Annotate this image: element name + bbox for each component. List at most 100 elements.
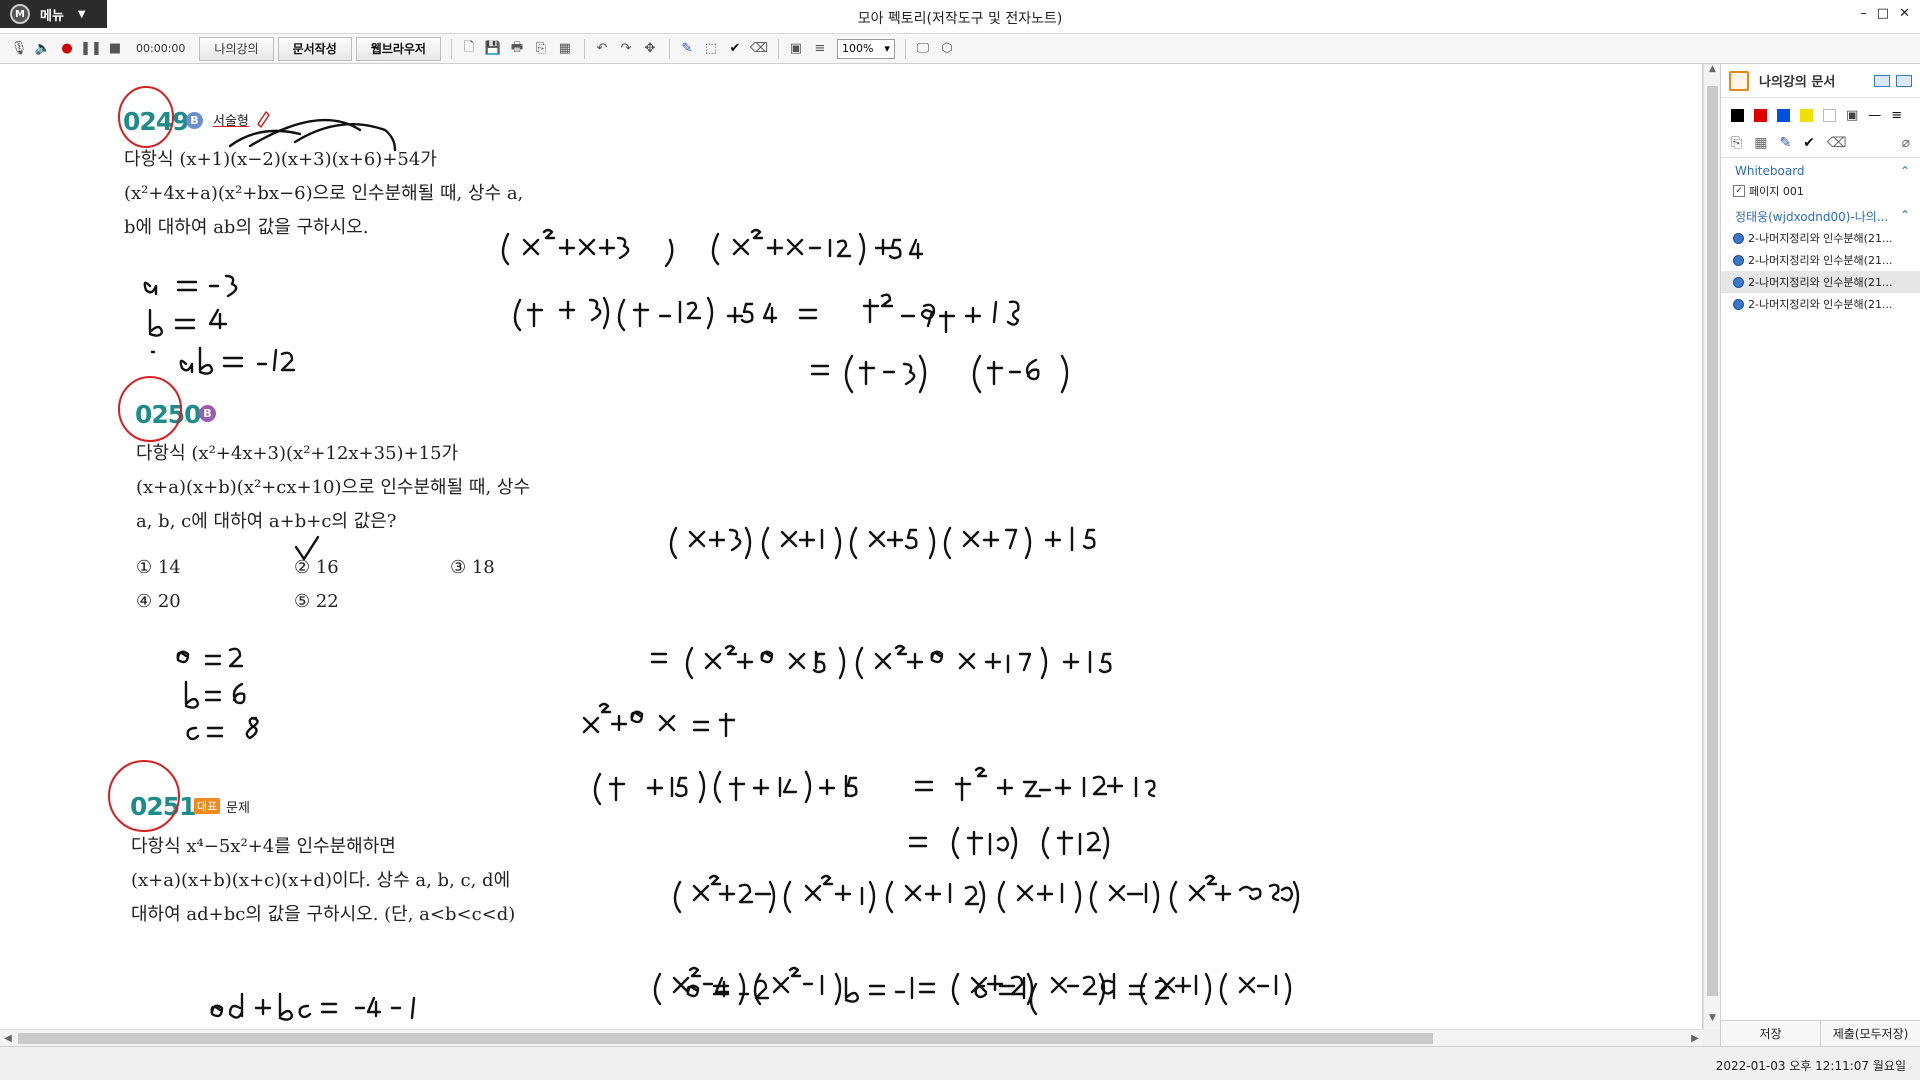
minimize-button[interactable]: –	[1860, 6, 1867, 21]
close-button[interactable]: ✕	[1899, 6, 1910, 21]
ink-stroke	[210, 992, 416, 1021]
user-label: 정태웅(wjdxodnd00)-나의...	[1735, 210, 1889, 224]
save-icon[interactable]: 💾	[482, 38, 504, 60]
ink-stroke	[650, 644, 1112, 680]
page-item[interactable]: ✓ 페이지 001	[1721, 180, 1920, 202]
zoom-select[interactable]: 100% ▾	[836, 38, 895, 59]
eraser-icon[interactable]: ⌫	[1827, 135, 1847, 151]
vertical-scrollbar[interactable]: ▲ ▼	[1703, 64, 1720, 1029]
toolbar: 🎙 🔈 ● ❚❚ ■ 00:00:00 나의강의 문서작성 웹브라우저 🗋 💾 …	[0, 34, 1920, 64]
line-width-icon[interactable]: ≡	[809, 38, 831, 60]
ink-stroke	[176, 280, 198, 292]
red-circle-mark	[118, 86, 174, 148]
document-item-label: 2-나머지정리와 인수분해(21...	[1748, 298, 1893, 311]
color-swatch-blue[interactable]	[1777, 109, 1790, 122]
tab-web-browser[interactable]: 웹브라우저	[355, 36, 441, 61]
pen-icon[interactable]: ✎	[1779, 135, 1791, 151]
move-icon[interactable]: ✥	[639, 38, 661, 60]
scroll-left-arrow-icon[interactable]: ◀	[0, 1030, 16, 1047]
thick-line-icon[interactable]: ≡	[1891, 108, 1902, 123]
ink-stroke	[582, 702, 736, 738]
single-view-icon[interactable]	[1874, 74, 1890, 87]
toolbar-divider	[450, 38, 452, 59]
document-item-label: 2-나머지정리와 인수분해(21...	[1748, 276, 1893, 289]
scroll-down-arrow-icon[interactable]: ▼	[1704, 1013, 1721, 1029]
document-item[interactable]: 2-나머지정리와 인수분해(21...	[1721, 293, 1920, 315]
print-icon[interactable]: 🖶	[506, 38, 528, 60]
document-item-selected[interactable]: 2-나머지정리와 인수분해(21...	[1721, 271, 1920, 293]
ink-stroke	[862, 293, 1020, 334]
red-circle-mark	[118, 376, 182, 442]
split-view-icon[interactable]	[1896, 74, 1912, 87]
copy-icon[interactable]: ⎘	[530, 38, 552, 60]
save-button[interactable]: 저장	[1721, 1021, 1821, 1046]
chevron-down-icon: ▾	[884, 42, 890, 55]
whiteboard-label: Whiteboard	[1735, 164, 1805, 178]
ink-stroke	[293, 123, 397, 152]
color-picker-icon[interactable]: ▣	[785, 38, 807, 60]
ink-stroke	[673, 874, 1300, 914]
scroll-up-arrow-icon[interactable]: ▲	[1704, 64, 1721, 80]
toolbar-divider	[668, 38, 670, 59]
document-item[interactable]: 2-나머지정리와 인수분해(21...	[1721, 227, 1920, 249]
monitor-icon[interactable]: 🖵	[912, 38, 934, 60]
speaker-icon[interactable]: 🔈	[32, 38, 54, 60]
user-section[interactable]: 정태웅(wjdxodnd00)-나의... ⌃	[1721, 202, 1920, 227]
ink-stroke	[908, 826, 1110, 860]
clear-icon[interactable]: ⌀	[1902, 135, 1910, 151]
redo-icon[interactable]: ↷	[615, 38, 637, 60]
color-swatch-white[interactable]	[1823, 109, 1836, 122]
select-icon[interactable]: ⬚	[700, 38, 722, 60]
chevron-up-icon[interactable]: ⌃	[1900, 164, 1910, 178]
document-item[interactable]: 2-나머지정리와 인수분해(21...	[1721, 249, 1920, 271]
pen-icon[interactable]: ✎	[676, 38, 698, 60]
ink-stroke	[914, 766, 1156, 802]
microphone-icon[interactable]: 🎙	[8, 38, 30, 60]
ink-layer	[108, 86, 1300, 1021]
record-button[interactable]: ●	[56, 38, 78, 60]
horizontal-scrollbar[interactable]: ◀ ▶	[0, 1029, 1703, 1046]
layout-icon[interactable]: ▦	[1754, 135, 1767, 151]
ink-stroke	[653, 966, 842, 1006]
scroll-right-arrow-icon[interactable]: ▶	[1687, 1030, 1703, 1047]
pause-button[interactable]: ❚❚	[80, 38, 102, 60]
ink-stroke	[593, 770, 858, 806]
vertical-scroll-thumb[interactable]	[1707, 86, 1718, 996]
panel-title: 나의강의 문서	[1759, 75, 1836, 90]
thin-line-icon[interactable]: —	[1868, 108, 1881, 123]
toolbar-divider	[904, 38, 906, 59]
toolbar-divider	[583, 38, 585, 59]
copy-icon[interactable]: ⎘	[1731, 135, 1742, 151]
ink-stroke	[222, 348, 296, 372]
new-document-icon[interactable]: 🗋	[458, 38, 480, 60]
ink-stroke	[148, 308, 164, 337]
ink-stroke	[711, 228, 924, 266]
layout-icon[interactable]: ▦	[554, 38, 576, 60]
ink-stroke	[208, 274, 238, 298]
color-swatch-black[interactable]	[1731, 109, 1744, 122]
color-swatch-red[interactable]	[1754, 109, 1767, 122]
ink-stroke	[501, 228, 674, 268]
chevron-up-icon[interactable]: ⌃	[1900, 208, 1910, 225]
horizontal-scroll-thumb[interactable]	[18, 1033, 1433, 1044]
custom-color-icon[interactable]: ▣	[1846, 108, 1858, 123]
color-palette: ▣ — ≡	[1721, 98, 1920, 129]
color-swatch-yellow[interactable]	[1800, 109, 1813, 122]
check-icon[interactable]: ✔	[724, 38, 746, 60]
tab-my-lecture[interactable]: 나의강의	[199, 36, 274, 61]
handwriting-strokes	[143, 111, 1300, 1021]
document-item-label: 2-나머지정리와 인수분해(21...	[1748, 232, 1893, 245]
checkbox-icon[interactable]: ✓	[1733, 185, 1745, 197]
eraser-icon[interactable]: ⌫	[748, 38, 770, 60]
stop-button[interactable]: ■	[104, 38, 126, 60]
whiteboard-section[interactable]: Whiteboard ⌃	[1721, 158, 1920, 180]
shape-icon[interactable]: ⬡	[936, 38, 958, 60]
ink-stroke	[669, 526, 1096, 560]
undo-icon[interactable]: ↶	[591, 38, 613, 60]
check-icon[interactable]: ✔	[1803, 135, 1815, 151]
document-canvas[interactable]: 0249 B 서술형 다항식 (x+1)(x−2)(x+3)(x+6)+54가 …	[0, 64, 1703, 1029]
tab-document-edit[interactable]: 문서작성	[277, 36, 352, 61]
maximize-button[interactable]: □	[1877, 6, 1889, 21]
submit-all-button[interactable]: 제출(모두저장)	[1821, 1021, 1920, 1046]
ink-stroke	[174, 318, 196, 330]
